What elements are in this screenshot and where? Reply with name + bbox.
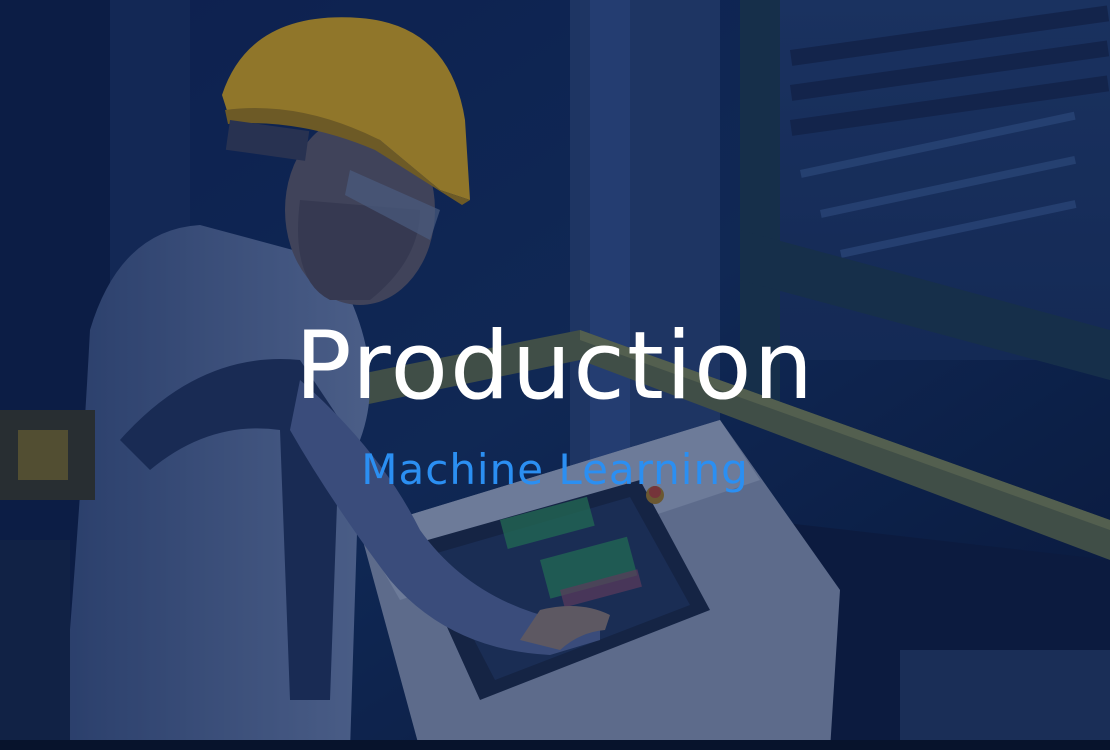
bottom-strip [0, 740, 1110, 750]
hero-title: Production [294, 312, 816, 421]
hero-subtitle: Machine Learning [361, 445, 749, 494]
hero-banner: Production Machine Learning [0, 0, 1110, 750]
